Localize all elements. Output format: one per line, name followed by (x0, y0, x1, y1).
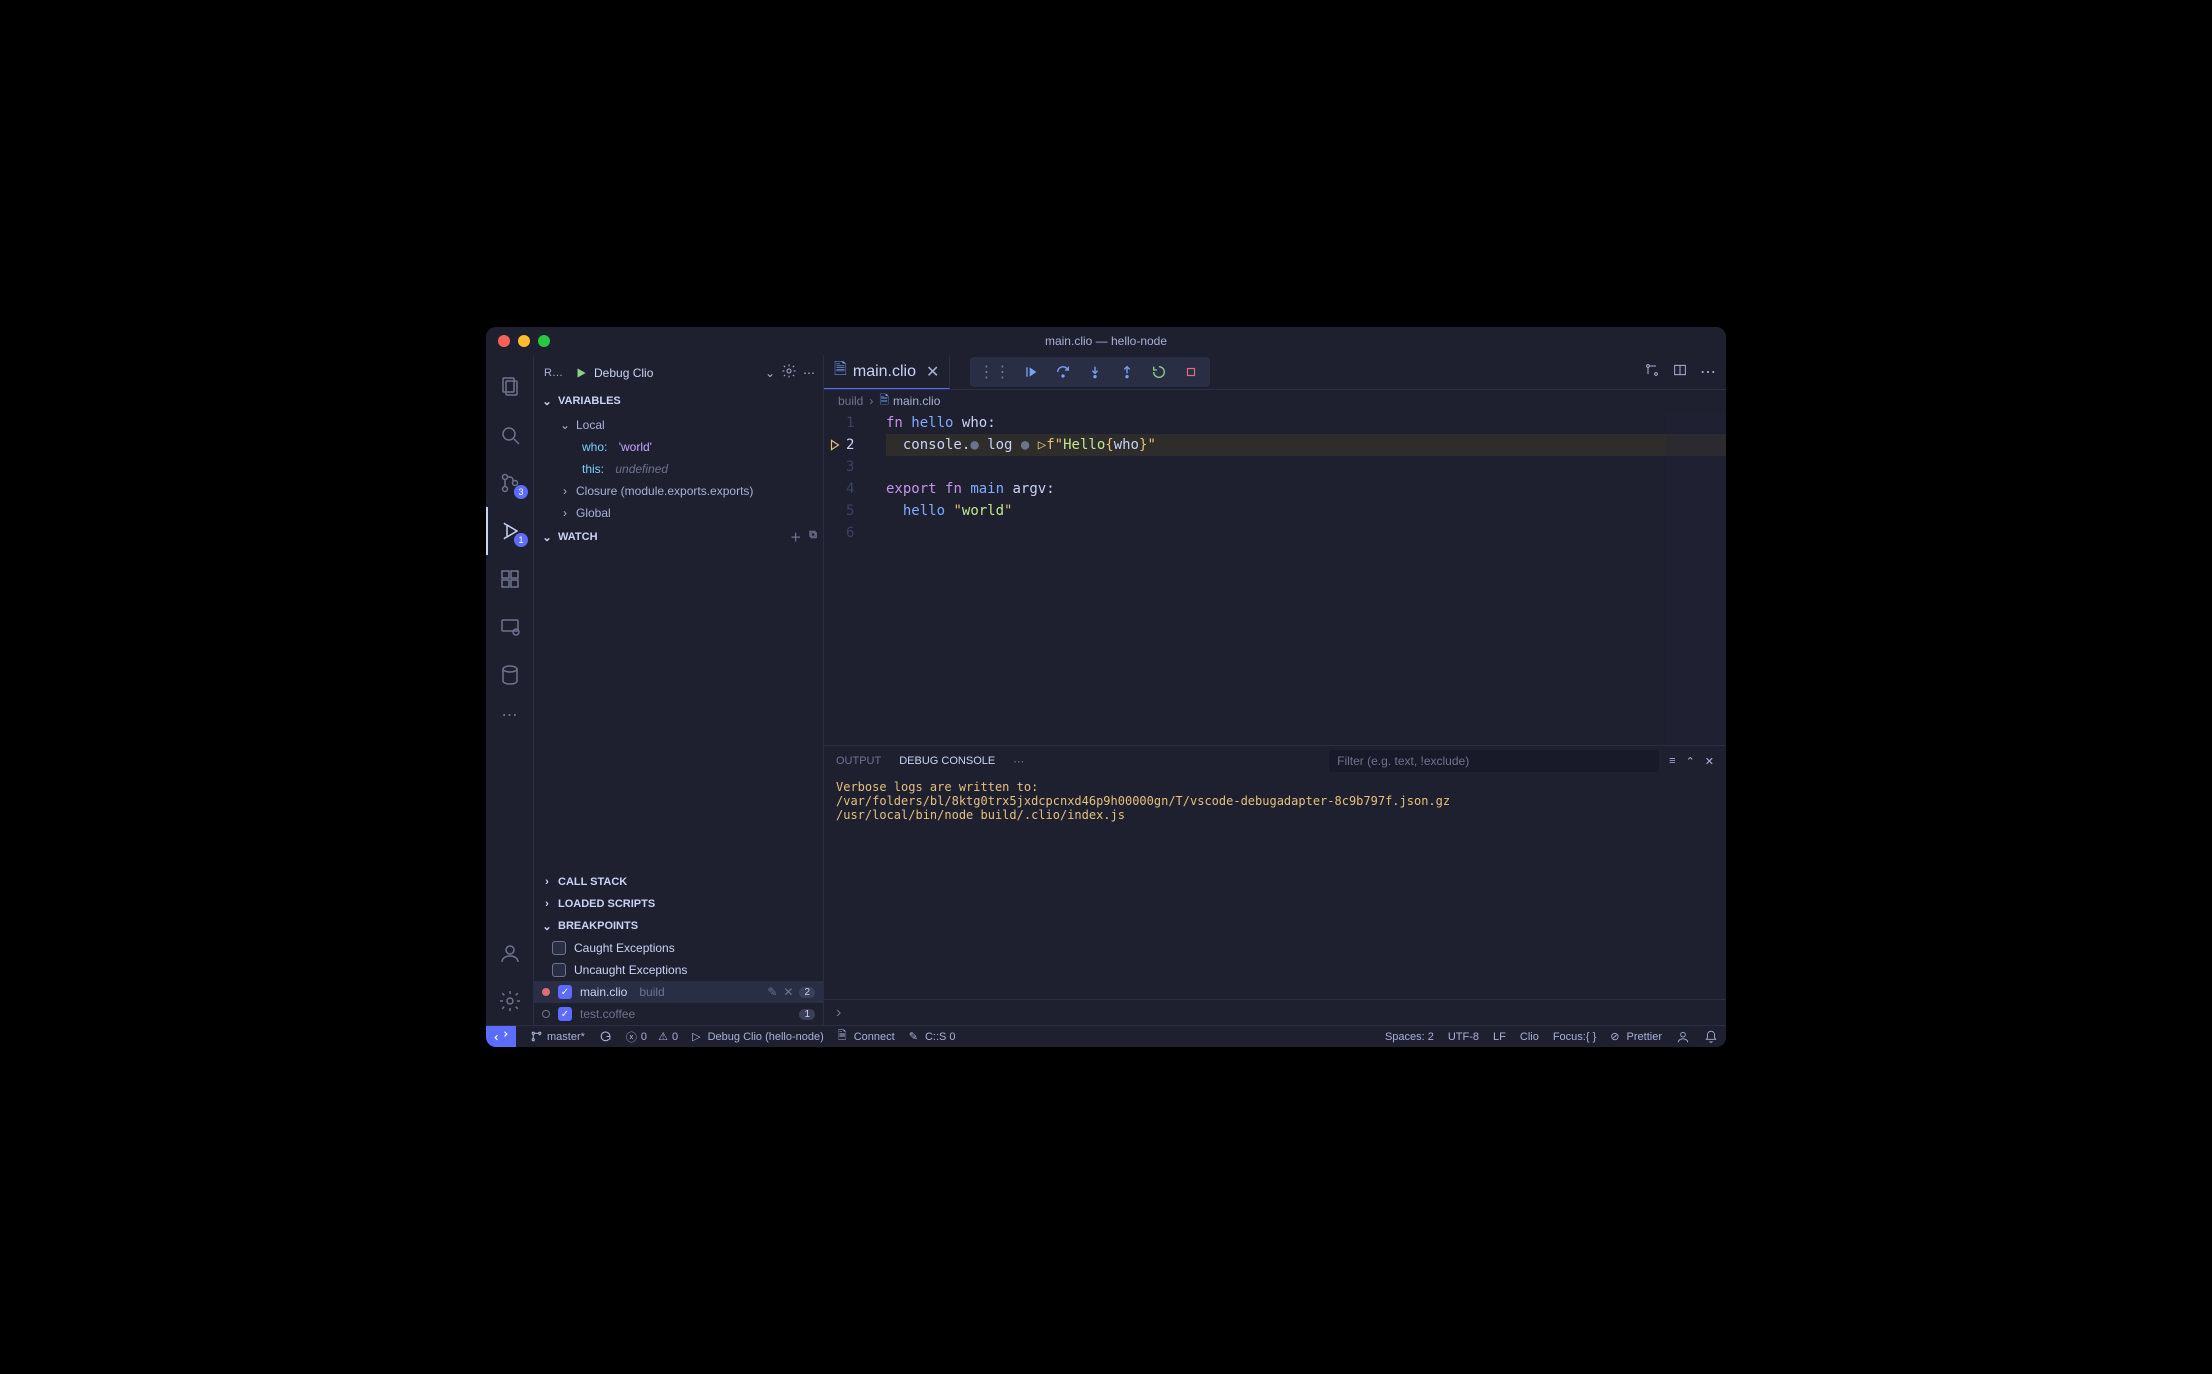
focus-item[interactable]: Focus:{ } (1553, 1031, 1596, 1043)
debug-console-input[interactable]: › (824, 999, 1726, 1025)
bottom-panel: Output Debug Console ⋯ ≡ ⌃ ✕ Verbose log… (824, 745, 1726, 1025)
editor-tabs: 🗎 main.clio ✕ ⋮⋮ ⋯ (824, 355, 1726, 390)
debug-status-item[interactable]: ▷ Debug Clio (hello-node) (692, 1030, 824, 1043)
close-panel-icon[interactable]: ✕ (1705, 755, 1714, 768)
connect-item[interactable]: 🗎 Connect (838, 1027, 895, 1046)
continue-icon[interactable] (1020, 361, 1042, 383)
minimap[interactable] (1666, 412, 1726, 745)
tab-output[interactable]: Output (836, 755, 881, 767)
search-icon[interactable] (486, 411, 534, 459)
window-title: main.clio — hello-node (486, 334, 1726, 348)
remote-indicator[interactable] (486, 1026, 516, 1048)
console-filter-input[interactable] (1329, 750, 1659, 772)
bp-uncaught[interactable]: Uncaught Exceptions (534, 959, 823, 981)
scope-closure[interactable]: ›Closure (module.exports.exports) (534, 480, 823, 502)
problems-item[interactable]: ⓧ0 ⚠0 (626, 1029, 678, 1045)
code-editor[interactable]: 123456 fn hello who: console.● log ● ▷f"… (824, 412, 1726, 745)
scm-badge: 3 (514, 485, 527, 499)
cs-item[interactable]: ✎ C::S 0 (909, 1030, 956, 1043)
spaces-item[interactable]: Spaces: 2 (1385, 1031, 1434, 1043)
sync-item[interactable] (599, 1030, 612, 1043)
current-line-glyph-icon (824, 434, 846, 456)
tab-debug-console[interactable]: Debug Console (899, 755, 995, 767)
drag-grip-icon[interactable]: ⋮⋮ (978, 362, 1010, 382)
checkbox-icon[interactable]: ✓ (558, 1007, 572, 1021)
tab-mainclio[interactable]: 🗎 main.clio ✕ (824, 355, 950, 389)
lang-item[interactable]: Clio (1520, 1031, 1539, 1043)
compare-icon[interactable] (1644, 362, 1660, 383)
restart-icon[interactable] (1148, 361, 1170, 383)
watch-section[interactable]: ⌄Watch ＋⧉ (534, 526, 823, 548)
vscode-window: main.clio — hello-node 3 1 ⋯ R… Debug Cl… (486, 327, 1726, 1047)
feedback-icon[interactable] (1676, 1030, 1690, 1044)
config-chevron-icon[interactable]: ⌄ (765, 366, 775, 380)
database-icon[interactable] (486, 651, 534, 699)
scope-global[interactable]: ›Global (534, 502, 823, 524)
prettier-item[interactable]: ⊘ Prettier (1610, 1030, 1662, 1043)
debug-config-name[interactable]: Debug Clio (594, 366, 759, 380)
step-into-icon[interactable] (1084, 361, 1106, 383)
checkbox-icon[interactable] (552, 941, 566, 955)
var-who[interactable]: who: 'world' (534, 436, 823, 458)
activity-bar: 3 1 ⋯ (486, 355, 534, 1025)
step-out-icon[interactable] (1116, 361, 1138, 383)
var-this[interactable]: this: undefined (534, 458, 823, 480)
stop-icon[interactable] (1180, 361, 1202, 383)
start-debug-icon[interactable] (574, 366, 588, 380)
add-watch-icon[interactable]: ＋ (790, 529, 801, 545)
config-gear-icon[interactable] (781, 363, 797, 382)
callstack-section[interactable]: ›Call Stack (534, 871, 823, 893)
eol-item[interactable]: LF (1493, 1031, 1506, 1043)
collapse-panel-icon[interactable]: ⌃ (1686, 755, 1695, 768)
close-tab-icon[interactable]: ✕ (926, 362, 939, 382)
breadcrumb[interactable]: build› 🗎main.clio (824, 390, 1726, 412)
scope-local[interactable]: ⌄Local (534, 414, 823, 436)
debug-console-output[interactable]: Verbose logs are written to: /var/folder… (824, 776, 1726, 999)
panel-more-icon[interactable]: ⋯ (1013, 755, 1024, 768)
file-icon: 🗎 (879, 391, 889, 412)
bp-caught[interactable]: Caught Exceptions (534, 937, 823, 959)
debug-icon[interactable]: 1 (486, 507, 534, 555)
breakpoints-section[interactable]: ⌄Breakpoints (534, 915, 823, 937)
file-icon: 🗎 (834, 358, 847, 385)
debug-badge: 1 (514, 533, 527, 547)
step-marker-icon: ▷ (1038, 437, 1046, 453)
remove-icon[interactable]: ✕ (783, 985, 793, 999)
editor-area: 🗎 main.clio ✕ ⋮⋮ ⋯ (824, 355, 1726, 1025)
collapse-watch-icon[interactable]: ⧉ (809, 529, 817, 545)
more-actions-icon[interactable]: ⋯ (803, 366, 815, 380)
step-over-icon[interactable] (1052, 361, 1074, 383)
breakpoint-hollow-icon (542, 1010, 550, 1018)
line-numbers: 123456 (846, 412, 886, 745)
scm-icon[interactable]: 3 (486, 459, 534, 507)
variables-section[interactable]: ⌄Variables (534, 390, 823, 412)
filter-icon[interactable]: ≡ (1669, 755, 1675, 767)
breakpoint-dot-icon (542, 988, 550, 996)
remote-icon[interactable] (486, 603, 534, 651)
edit-icon[interactable]: ✎ (767, 985, 777, 999)
more-icon[interactable]: ⋯ (486, 699, 534, 731)
more-icon[interactable]: ⋯ (1700, 362, 1716, 382)
branch-item[interactable]: master* (530, 1030, 585, 1043)
extensions-icon[interactable] (486, 555, 534, 603)
encoding-item[interactable]: UTF-8 (1448, 1031, 1479, 1043)
debug-sidebar: R… Debug Clio ⌄ ⋯ ⌄Variables ⌄Local who:… (534, 355, 824, 1025)
settings-icon[interactable] (486, 977, 534, 1025)
bp-testcoffee[interactable]: ✓ test.coffee 1 (534, 1003, 823, 1025)
checkbox-icon[interactable]: ✓ (558, 985, 572, 999)
titlebar: main.clio — hello-node (486, 327, 1726, 355)
loaded-scripts-section[interactable]: ›Loaded Scripts (534, 893, 823, 915)
bp-mainclio[interactable]: ✓ main.clio build ✎✕2 (534, 981, 823, 1003)
explorer-icon[interactable] (486, 363, 534, 411)
debug-header: R… Debug Clio ⌄ ⋯ (534, 355, 823, 390)
account-icon[interactable] (486, 929, 534, 977)
debug-toolbar[interactable]: ⋮⋮ (970, 357, 1210, 387)
checkbox-icon[interactable] (552, 963, 566, 977)
statusbar: master* ⓧ0 ⚠0 ▷ Debug Clio (hello-node) … (486, 1025, 1726, 1047)
split-icon[interactable] (1672, 362, 1688, 383)
bell-icon[interactable] (1704, 1030, 1718, 1044)
